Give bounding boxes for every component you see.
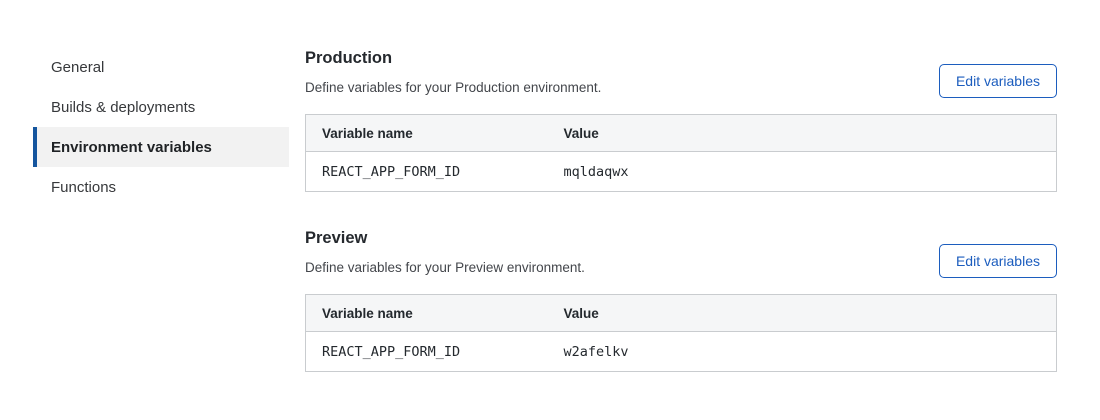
variable-value-cell: w2afelkv <box>548 332 1057 372</box>
column-header-variable-name: Variable name <box>306 295 548 332</box>
table-header-row: Variable name Value <box>306 115 1057 152</box>
sidebar-item-builds-deployments[interactable]: Builds & deployments <box>33 87 289 127</box>
table-row: REACT_APP_FORM_ID mqldaqwx <box>306 152 1057 192</box>
section-production: Production Define variables for your Pro… <box>305 49 1057 192</box>
table-row: REACT_APP_FORM_ID w2afelkv <box>306 332 1057 372</box>
settings-sidebar: General Builds & deployments Environment… <box>33 47 289 207</box>
environment-variables-panel: Production Define variables for your Pro… <box>305 0 1057 372</box>
variable-value-cell: mqldaqwx <box>548 152 1057 192</box>
column-header-value: Value <box>548 295 1057 332</box>
variable-name-cell: REACT_APP_FORM_ID <box>306 332 548 372</box>
sidebar-item-general[interactable]: General <box>33 47 289 87</box>
sidebar-item-environment-variables[interactable]: Environment variables <box>33 127 289 167</box>
table-header-row: Variable name Value <box>306 295 1057 332</box>
sidebar-item-label: Environment variables <box>51 139 212 156</box>
edit-variables-button-preview[interactable]: Edit variables <box>939 244 1057 278</box>
sidebar-item-label: Builds & deployments <box>51 99 195 116</box>
variable-name-cell: REACT_APP_FORM_ID <box>306 152 548 192</box>
production-variables-table: Variable name Value REACT_APP_FORM_ID mq… <box>305 114 1057 192</box>
edit-variables-button-production[interactable]: Edit variables <box>939 64 1057 98</box>
column-header-value: Value <box>548 115 1057 152</box>
sidebar-item-functions[interactable]: Functions <box>33 167 289 207</box>
sidebar-item-label: General <box>51 59 104 76</box>
column-header-variable-name: Variable name <box>306 115 548 152</box>
sidebar-item-label: Functions <box>51 179 116 196</box>
preview-variables-table: Variable name Value REACT_APP_FORM_ID w2… <box>305 294 1057 372</box>
section-preview: Preview Define variables for your Previe… <box>305 229 1057 372</box>
